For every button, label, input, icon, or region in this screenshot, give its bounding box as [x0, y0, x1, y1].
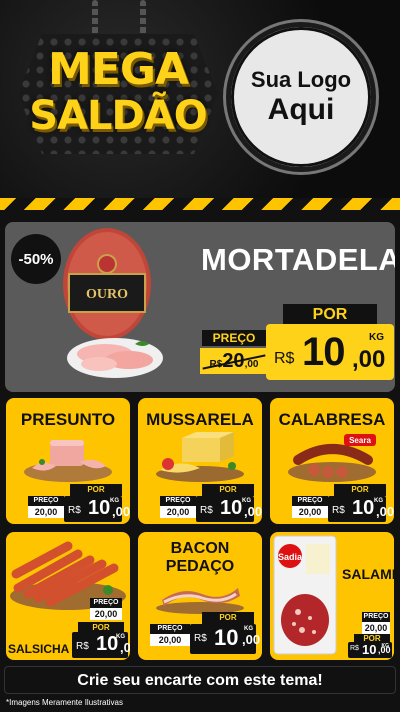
cta-banner[interactable]: Crie seu encarte com este tema! [4, 666, 396, 694]
price-int: 10 [220, 497, 243, 519]
disclaimer-text: *Imagens Meramente Ilustrativas [6, 698, 123, 707]
preco-label: PREÇO [28, 496, 64, 506]
currency: R$ [194, 633, 207, 644]
preco-label: PREÇO [362, 612, 390, 622]
price-int: 10 [88, 497, 111, 519]
product-card-bacon[interactable]: BACON PEDAÇO POR PREÇO 20,00 R$ 10 ,00 K… [138, 532, 262, 660]
unit: KG [242, 498, 251, 504]
price-box: R$ 10 ,00 KG [72, 632, 130, 658]
product-name: SALAME [342, 566, 394, 582]
salame-package-image: Sadia [273, 535, 337, 655]
price-dec: ,00 [112, 504, 130, 519]
product-name: CALABRESA [278, 410, 386, 429]
old-price: 20,00 [292, 506, 328, 518]
price-box: R$ 10 ,00 KG [348, 642, 392, 658]
hero-price-int: 10 [302, 330, 345, 374]
price-int: 10 [362, 642, 377, 657]
price-box: R$ 10 ,00 KG [196, 496, 262, 522]
product-card-salsicha[interactable]: PREÇO 20,00 POR R$ 10 ,00 KG SALSICHA [6, 532, 130, 660]
discount-badge: -50% [11, 234, 61, 284]
preco-label: PREÇO [160, 496, 196, 506]
presunto-image [24, 440, 112, 482]
price-dec: ,00 [120, 640, 130, 655]
price-box: R$ 10 ,00 KG [64, 496, 130, 522]
title-line-2: SALDÃO [29, 93, 207, 139]
hero-unit: KG [369, 332, 384, 343]
hero-por-label: POR [283, 304, 377, 326]
bacon-image [156, 588, 244, 614]
unit: KG [381, 643, 390, 649]
por-label: POR [70, 484, 122, 496]
old-price: 20,00 [28, 506, 64, 518]
currency: R$ [350, 645, 359, 652]
mortadela-image: OURO [63, 228, 163, 378]
calabresa-image: Seara [288, 434, 376, 482]
hero-old-price-dec: ,00 [244, 359, 259, 370]
logo-placeholder[interactable]: Sua Logo Aqui [226, 22, 376, 172]
currency: R$ [76, 641, 89, 652]
price-dec: ,00 [242, 632, 261, 647]
product-name: MUSSARELA [146, 410, 254, 429]
currency: R$ [200, 505, 213, 516]
old-price: 20,00 [160, 506, 196, 518]
price-int: 10 [352, 497, 375, 519]
hero-price-dec: ,00 [352, 346, 386, 373]
product-card-mussarela[interactable]: MUSSARELA POR PREÇO 20,00 R$ 10 ,00 KG [138, 398, 262, 524]
product-card-presunto[interactable]: PRESUNTO POR PREÇO 20,00 R$ 10 ,00 KG [6, 398, 130, 524]
price-dec: ,00 [376, 504, 394, 519]
product-name: BACON PEDAÇO [138, 540, 262, 576]
price-box: R$ 10 ,00 KG [328, 496, 394, 522]
price-int: 10 [96, 633, 119, 655]
product-name: PRESUNTO [20, 410, 116, 429]
product-name-line1: BACON [170, 540, 230, 557]
unit: KG [374, 498, 383, 504]
package-brand: OURO [86, 287, 128, 302]
old-price: 20,00 [362, 622, 390, 634]
mega-saldao-title: MEGA SALDÃO [10, 44, 226, 139]
currency: R$ [332, 505, 345, 516]
mussarela-image [156, 432, 244, 482]
product-name-line2: PEDAÇO [165, 558, 235, 575]
seara-logo: Seara [349, 436, 371, 445]
logo-text-1: Sua Logo [250, 67, 352, 92]
hero-preco-label: PREÇO [202, 330, 266, 346]
hero-currency: R$ [274, 350, 295, 367]
sadia-logo: Sadia [278, 552, 303, 562]
por-label: POR [334, 484, 386, 496]
preco-label: PREÇO [150, 624, 190, 634]
title-line-1: MEGA [47, 44, 189, 95]
hero-price-box: R$ 10 ,00 KG [266, 324, 394, 380]
old-price: 20,00 [150, 634, 190, 646]
old-price: 20,00 [90, 608, 122, 620]
logo-text-2: Aqui [267, 93, 335, 126]
hero-product-name: MORTADELA [201, 242, 395, 277]
por-label: POR [202, 612, 254, 624]
unit: KG [116, 634, 125, 640]
product-card-salame[interactable]: Sadia SALAME PREÇO 20,00 POR R$ 10 ,00 K… [270, 532, 394, 660]
hero-old-price: R$20,00 [200, 348, 268, 374]
price-int: 10 [214, 625, 239, 650]
price-dec: ,00 [244, 504, 262, 519]
caution-stripe [0, 198, 400, 210]
price-box: R$ 10 ,00 KG [190, 624, 260, 654]
product-name: SALSICHA [8, 642, 70, 656]
unit: KG [244, 626, 253, 632]
por-label: POR [202, 484, 254, 496]
preco-label: PREÇO [90, 598, 122, 608]
currency: R$ [68, 505, 81, 516]
product-card-calabresa[interactable]: CALABRESA Seara POR PREÇO 20,00 R$ 10 ,0… [270, 398, 394, 524]
header-banner: MEGA SALDÃO Sua Logo Aqui [0, 0, 400, 198]
unit: KG [110, 498, 119, 504]
preco-label: PREÇO [292, 496, 328, 506]
